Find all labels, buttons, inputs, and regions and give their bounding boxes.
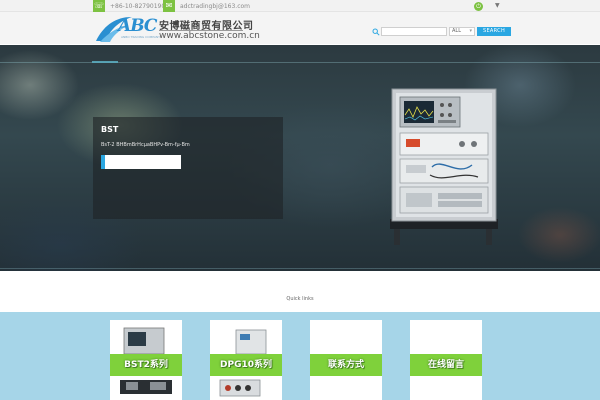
- user-menu[interactable]: ⏻: [474, 0, 483, 12]
- hero-title: BST: [101, 125, 119, 134]
- chevron-down-icon[interactable]: ▼: [495, 2, 500, 9]
- search-category-select[interactable]: ALL ▾: [449, 27, 475, 36]
- company-url: www.abcstone.com.cn: [159, 31, 260, 41]
- phone-icon: ☏: [93, 0, 105, 12]
- divider: [0, 62, 600, 63]
- mail-icon: ✉: [163, 0, 175, 12]
- quick-link-label[interactable]: BST2系列: [110, 354, 182, 376]
- quick-link-label[interactable]: 在线留言: [410, 354, 482, 376]
- quick-links-heading: Quick links: [286, 296, 314, 302]
- email-contact[interactable]: ✉ adctradingbj@163.com: [163, 0, 250, 12]
- quick-link-dpg10[interactable]: DPG10系列: [210, 320, 282, 400]
- top-bar: ☏ +86-10-82790190 ✉ adctradingbj@163.com…: [0, 0, 600, 12]
- slider-indicator[interactable]: [92, 61, 118, 63]
- quick-link-label[interactable]: DPG10系列: [210, 354, 282, 376]
- hero-caption: BST BsT-2 BHBmBrHcμaBHPv-Bm-fμ-Bm: [93, 117, 283, 219]
- hero-banner[interactable]: BST BsT-2 BHBmBrHcμaBHPv-Bm-fμ-Bm: [0, 45, 600, 271]
- quick-link-message[interactable]: 在线留言: [410, 320, 482, 400]
- quick-link-label[interactable]: 联系方式: [310, 354, 382, 376]
- email-address[interactable]: adctradingbj@163.com: [180, 3, 250, 10]
- phone-number: +86-10-82790190: [110, 2, 166, 10]
- search-input[interactable]: [381, 27, 447, 36]
- search-icon: [372, 28, 380, 36]
- divider: [0, 268, 600, 269]
- search-category-value: ALL: [452, 28, 461, 34]
- quick-links-bar: BST2系列 DPG10系列 联系方式 在线留言: [0, 312, 600, 400]
- search-button[interactable]: SEARCH: [477, 27, 511, 36]
- quick-link-contact[interactable]: 联系方式: [310, 320, 382, 400]
- hero-more-button[interactable]: [101, 155, 181, 169]
- logo-subtitle: ANBO TRADING COMPANY: [121, 35, 160, 39]
- quick-link-bst2[interactable]: BST2系列: [110, 320, 182, 400]
- chevron-down-icon: ▾: [469, 28, 472, 34]
- phone-contact: ☏ +86-10-82790190: [93, 0, 165, 12]
- user-icon[interactable]: ⏻: [474, 1, 483, 11]
- equipment-rack-image: [390, 88, 498, 245]
- search-bar: ALL ▾ SEARCH: [372, 27, 511, 36]
- logo-text[interactable]: ABC: [118, 16, 157, 36]
- hero-description: BsT-2 BHBmBrHcμaBHPv-Bm-fμ-Bm: [101, 142, 190, 148]
